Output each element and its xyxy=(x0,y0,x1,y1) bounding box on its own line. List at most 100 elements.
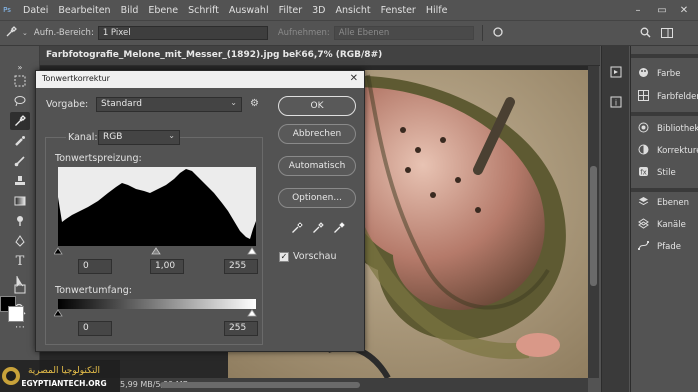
output-white-field[interactable]: 255 xyxy=(224,321,258,336)
sample-layers-select[interactable]: Alle Ebenen xyxy=(333,26,474,40)
sample-area-label: Aufn.-Bereich: xyxy=(33,28,94,38)
vertical-scrollbar[interactable] xyxy=(588,66,599,378)
panel-label: Ebenen xyxy=(657,198,689,208)
input-gamma-slider[interactable] xyxy=(151,247,161,255)
dialog-titlebar[interactable]: Tonwertkorrektur ✕ xyxy=(36,71,364,88)
minimize-icon[interactable]: – xyxy=(626,5,650,16)
panel-group-divider xyxy=(631,54,698,58)
close-window-icon[interactable]: ✕ xyxy=(674,5,694,16)
eyedropper-tool-preset-icon[interactable] xyxy=(0,25,22,41)
close-document-icon[interactable]: ✕ xyxy=(294,49,302,60)
output-sliders[interactable] xyxy=(54,309,260,319)
input-white-slider[interactable] xyxy=(247,247,257,255)
brush-tool-icon[interactable] xyxy=(10,152,30,170)
channel-select[interactable]: RGB ⌄ xyxy=(98,130,180,145)
background-color-swatch[interactable] xyxy=(8,306,24,322)
menu-3d[interactable]: 3D xyxy=(307,5,330,16)
lasso-tool-icon[interactable] xyxy=(10,92,30,110)
pen-tool-icon[interactable] xyxy=(10,232,30,250)
input-sliders[interactable] xyxy=(54,246,260,256)
eyedropper-tool-icon[interactable] xyxy=(10,112,30,130)
panel-bibliotheken[interactable]: Bibliotheken xyxy=(635,118,698,140)
menu-fenster[interactable]: Fenster xyxy=(376,5,421,16)
menu-ansicht[interactable]: Ansicht xyxy=(331,5,376,16)
output-gradient xyxy=(58,299,256,309)
chevron-down-icon: ⌄ xyxy=(230,98,237,107)
sample-area-select[interactable]: 1 Pixel xyxy=(97,26,268,40)
preset-gear-icon[interactable]: ⚙ xyxy=(250,98,259,109)
window-controls: – ▭ ✕ xyxy=(626,0,694,20)
menu-hilfe[interactable]: Hilfe xyxy=(421,5,453,16)
document-tab-bar: Farbfotografie_Melone_mit_Messer_(1892).… xyxy=(40,46,600,66)
options-button[interactable]: Optionen... xyxy=(278,188,356,208)
dodge-tool-icon[interactable] xyxy=(10,212,30,230)
input-black-slider[interactable] xyxy=(54,247,63,255)
watermark-arabic-text: التكنولوجيا المصرية xyxy=(28,366,100,376)
histogram-graph xyxy=(58,169,256,246)
options-bar: ⌄ Aufn.-Bereich: 1 Pixel Aufnehmen: Alle… xyxy=(0,20,698,46)
chevron-down-icon[interactable]: ⌄ xyxy=(22,29,28,37)
tools-panel: » T ⋯ xyxy=(0,46,40,392)
preview-label: Vorschau xyxy=(293,251,337,262)
panel-group-divider xyxy=(631,112,698,116)
input-levels-label: Tonwertspreizung: xyxy=(55,153,142,164)
panel-label: Farbfelder xyxy=(657,92,698,102)
type-tool-icon[interactable]: T xyxy=(10,252,30,270)
watermark-graphic: التكنولوجيا المصرية EGYPTIANTECH.ORG xyxy=(0,360,120,392)
output-black-field[interactable]: 0 xyxy=(78,321,112,336)
gray-point-eyedropper-icon[interactable] xyxy=(311,222,325,236)
input-gamma-field[interactable]: 1,00 xyxy=(150,259,184,274)
white-point-eyedropper-icon[interactable] xyxy=(332,222,346,236)
document-tab-title[interactable]: Farbfotografie_Melone_mit_Messer_(1892).… xyxy=(46,50,382,60)
ok-button[interactable]: OK xyxy=(278,96,356,116)
output-black-slider[interactable] xyxy=(54,309,63,317)
svg-text:fx: fx xyxy=(640,169,647,177)
stamp-tool-icon[interactable] xyxy=(10,172,30,190)
menu-ebene[interactable]: Ebene xyxy=(143,5,183,16)
menu-filter[interactable]: Filter xyxy=(274,5,308,16)
divider xyxy=(481,25,483,41)
healing-brush-tool-icon[interactable] xyxy=(10,132,30,150)
menu-bar: Ps Datei Bearbeiten Bild Ebene Schrift A… xyxy=(0,0,698,20)
panel-korrekturen[interactable]: Korrekturen xyxy=(635,140,698,162)
marquee-tool-icon[interactable] xyxy=(10,72,30,90)
channel-label: Kanal: xyxy=(66,132,100,143)
sample-ring-icon[interactable] xyxy=(487,26,509,41)
styles-icon: fx xyxy=(635,166,651,180)
panel-farbfelder[interactable]: Farbfelder xyxy=(635,86,698,108)
horizontal-scrollbar-thumb[interactable] xyxy=(160,382,360,388)
search-icon[interactable] xyxy=(634,27,656,41)
cancel-button[interactable]: Abbrechen xyxy=(278,124,356,144)
info-icon[interactable]: i xyxy=(609,96,623,110)
input-black-field[interactable]: 0 xyxy=(78,259,112,274)
vertical-scrollbar-thumb[interactable] xyxy=(590,166,597,286)
input-white-field[interactable]: 255 xyxy=(224,259,258,274)
panel-label: Bibliotheken xyxy=(657,124,698,134)
workspace-icon[interactable] xyxy=(656,27,678,41)
panel-stile[interactable]: fx Stile xyxy=(635,162,676,184)
sample-label: Aufnehmen: xyxy=(277,28,330,38)
menu-bild[interactable]: Bild xyxy=(116,5,144,16)
output-white-slider[interactable] xyxy=(247,309,257,317)
auto-button[interactable]: Automatisch xyxy=(278,156,356,176)
preset-select[interactable]: Standard ⌄ xyxy=(96,97,242,112)
panel-label: Stile xyxy=(657,168,676,178)
panel-ebenen[interactable]: Ebenen xyxy=(635,192,689,214)
menu-bearbeiten[interactable]: Bearbeiten xyxy=(53,5,115,16)
gradient-tool-icon[interactable] xyxy=(10,192,30,210)
menu-auswahl[interactable]: Auswahl xyxy=(224,5,274,16)
photoshop-logo-icon[interactable]: Ps xyxy=(0,3,14,17)
menu-schrift[interactable]: Schrift xyxy=(183,5,224,16)
maximize-icon[interactable]: ▭ xyxy=(650,5,674,16)
histogram xyxy=(58,167,256,246)
close-icon[interactable]: ✕ xyxy=(350,73,358,84)
menu-datei[interactable]: Datei xyxy=(18,5,53,16)
panel-kanaele[interactable]: Kanäle xyxy=(635,214,686,236)
color-palette-icon xyxy=(635,67,651,81)
history-icon[interactable] xyxy=(609,66,623,80)
preview-checkbox[interactable]: ✓ xyxy=(279,252,289,262)
layers-icon xyxy=(635,196,651,210)
panel-pfade[interactable]: Pfade xyxy=(635,236,681,258)
panel-farbe[interactable]: Farbe xyxy=(635,63,680,85)
black-point-eyedropper-icon[interactable] xyxy=(290,222,304,236)
